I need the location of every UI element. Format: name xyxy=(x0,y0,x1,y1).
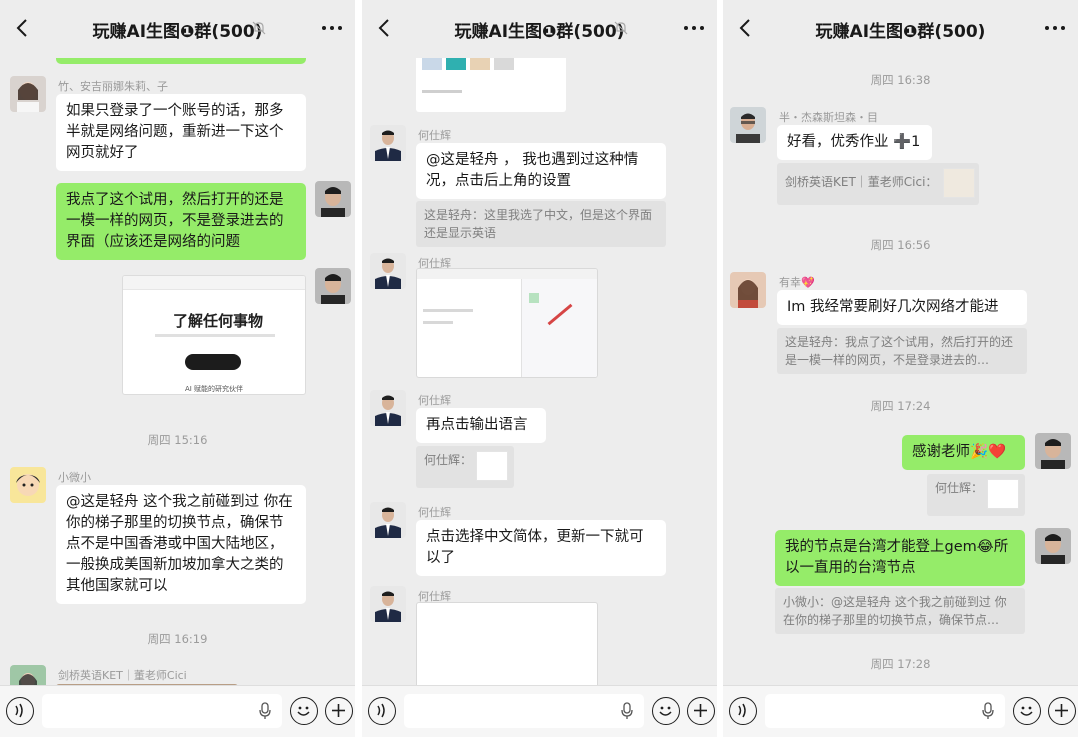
input-bar xyxy=(0,685,355,737)
avatar[interactable] xyxy=(370,390,406,426)
avatar[interactable] xyxy=(730,272,766,308)
microphone-icon[interactable] xyxy=(620,702,634,720)
timestamp: 周四 17:24 xyxy=(870,399,931,413)
chat-title: 玩赚AI生图❶群(500) xyxy=(815,22,986,42)
message-bubble[interactable]: 好看，优秀作业 ➕1 xyxy=(777,125,932,160)
more-options-icon[interactable] xyxy=(319,16,345,40)
chat-header: 玩赚AI生图❶群(500) xyxy=(362,0,717,58)
message-bubble[interactable]: Im 我经常要刷好几次网络才能进 xyxy=(777,290,1027,325)
message-bubble[interactable]: 如果只登录了一个账号的话，那多半就是网络问题，重新进一下这个网页就好了 xyxy=(56,94,306,171)
chat-title: 玩赚AI生图❶群(500) xyxy=(92,22,263,42)
message-bubble[interactable]: 我的节点是台湾才能登上gem😂所以一直用的台湾节点 xyxy=(775,530,1025,586)
input-bar xyxy=(723,685,1078,737)
timestamp: 周四 16:19 xyxy=(147,632,208,646)
self-avatar[interactable] xyxy=(1035,433,1071,469)
sender-name: 小微小 xyxy=(58,471,91,484)
avatar[interactable] xyxy=(10,76,46,112)
message-bubble[interactable]: 感谢老师🎉❤️ xyxy=(902,435,1025,470)
message-input[interactable] xyxy=(765,694,1005,728)
sender-name: 半・杰森斯坦森・目 xyxy=(779,111,878,124)
image-caption: AI 赋能的研究伙伴 xyxy=(184,385,244,393)
voice-toggle-icon[interactable] xyxy=(6,697,34,725)
chat-panel-3: 玩赚AI生图❶群(500) 周四 16:38 半・杰森斯坦森・目 好看，优秀作业… xyxy=(723,0,1078,737)
quoted-reply[interactable]: 剑桥英语KET｜董老师Cici： xyxy=(777,163,979,205)
message-input[interactable] xyxy=(404,694,644,728)
sender-name: 何仕辉 xyxy=(418,129,451,142)
chat-title: 玩赚AI生图❶群(500) xyxy=(454,22,625,42)
add-attachment-icon[interactable] xyxy=(325,697,353,725)
chat-panel-2: 玩赚AI生图❶群(500) 何仕辉 @这是轻舟 ， 我也遇到过这种情况，点击后上… xyxy=(362,0,717,737)
voice-toggle-icon[interactable] xyxy=(729,697,757,725)
mute-bell-icon xyxy=(252,21,266,35)
input-bar xyxy=(362,685,717,737)
quoted-reply[interactable]: 小微小：@这是轻舟 这个我之前碰到过 你在你的梯子那里的切换节点，确保节点… xyxy=(775,588,1025,634)
add-attachment-icon[interactable] xyxy=(687,697,715,725)
microphone-icon[interactable] xyxy=(981,702,995,720)
quoted-reply[interactable]: 这是轻舟：这里我选了中文，但是这个界面还是显示英语 xyxy=(416,201,666,247)
timestamp: 周四 17:28 xyxy=(870,657,931,671)
microphone-icon[interactable] xyxy=(258,702,272,720)
sender-name: 何仕辉 xyxy=(418,394,451,407)
emoji-icon[interactable] xyxy=(290,697,318,725)
quoted-image-thumbnail xyxy=(943,168,975,198)
mute-bell-icon xyxy=(614,21,628,35)
emoji-icon[interactable] xyxy=(1013,697,1041,725)
image-heading: 了解任何事物 xyxy=(173,312,264,330)
more-options-icon[interactable] xyxy=(681,16,707,40)
quote-author: 剑桥英语KET｜董老师Cici： xyxy=(785,175,938,189)
message-input[interactable] xyxy=(42,694,282,728)
sender-name: 剑桥英语KET｜董老师Cici xyxy=(58,669,187,682)
sender-name: 何仕辉 xyxy=(418,506,451,519)
more-options-icon[interactable] xyxy=(1042,16,1068,40)
quote-author: 何仕辉： xyxy=(935,481,984,495)
quoted-image-thumbnail xyxy=(476,451,508,481)
avatar[interactable] xyxy=(370,125,406,161)
message-bubble[interactable]: @这是轻舟 这个我之前碰到过 你在你的梯子那里的切换节点，确保节点不是中国香港或… xyxy=(56,485,306,604)
chat-panel-1: 玩赚AI生图❶群(500) 得看！ 竹、安吉丽娜朱莉、子 如果只登录了一个账号的… xyxy=(0,0,355,737)
self-avatar[interactable] xyxy=(1035,528,1071,564)
quoted-reply[interactable]: 这是轻舟：我点了这个试用，然后打开的还是一模一样的网页，不是登录进去的… xyxy=(777,328,1027,374)
timestamp: 周四 16:38 xyxy=(870,73,931,87)
self-avatar[interactable] xyxy=(315,181,351,217)
chat-header: 玩赚AI生图❶群(500) xyxy=(0,0,355,58)
avatar[interactable] xyxy=(370,253,406,289)
quoted-image-thumbnail xyxy=(987,479,1019,509)
avatar[interactable] xyxy=(370,502,406,538)
quoted-reply[interactable]: 何仕辉： xyxy=(416,446,514,488)
message-bubble[interactable]: 再点击输出语言 xyxy=(416,408,546,443)
self-avatar[interactable] xyxy=(315,268,351,304)
sender-name: 有幸💖 xyxy=(779,276,815,289)
message-bubble[interactable]: 点击选择中文简体，更新一下就可以了 xyxy=(416,520,666,576)
add-attachment-icon[interactable] xyxy=(1048,697,1076,725)
image-message[interactable]: 了解任何事物 AI 赋能的研究伙伴 xyxy=(122,275,306,395)
message-bubble[interactable]: 我点了这个试用，然后打开的还是一模一样的网页，不是登录进去的界面（应该还是网络的… xyxy=(56,183,306,260)
message-bubble[interactable]: @这是轻舟 ， 我也遇到过这种情况，点击后上角的设置 xyxy=(416,143,666,199)
timestamp: 周四 16:56 xyxy=(870,238,931,252)
avatar[interactable] xyxy=(370,586,406,622)
image-message[interactable] xyxy=(416,268,598,378)
quote-author: 何仕辉： xyxy=(424,453,473,467)
avatar[interactable] xyxy=(10,467,46,503)
emoji-icon[interactable] xyxy=(652,697,680,725)
voice-toggle-icon[interactable] xyxy=(368,697,396,725)
avatar[interactable] xyxy=(730,107,766,143)
quoted-reply[interactable]: 何仕辉： xyxy=(927,474,1025,516)
timestamp: 周四 15:16 xyxy=(147,433,208,447)
chat-header: 玩赚AI生图❶群(500) xyxy=(723,0,1078,58)
sender-name: 竹、安吉丽娜朱莉、子 xyxy=(58,80,168,93)
